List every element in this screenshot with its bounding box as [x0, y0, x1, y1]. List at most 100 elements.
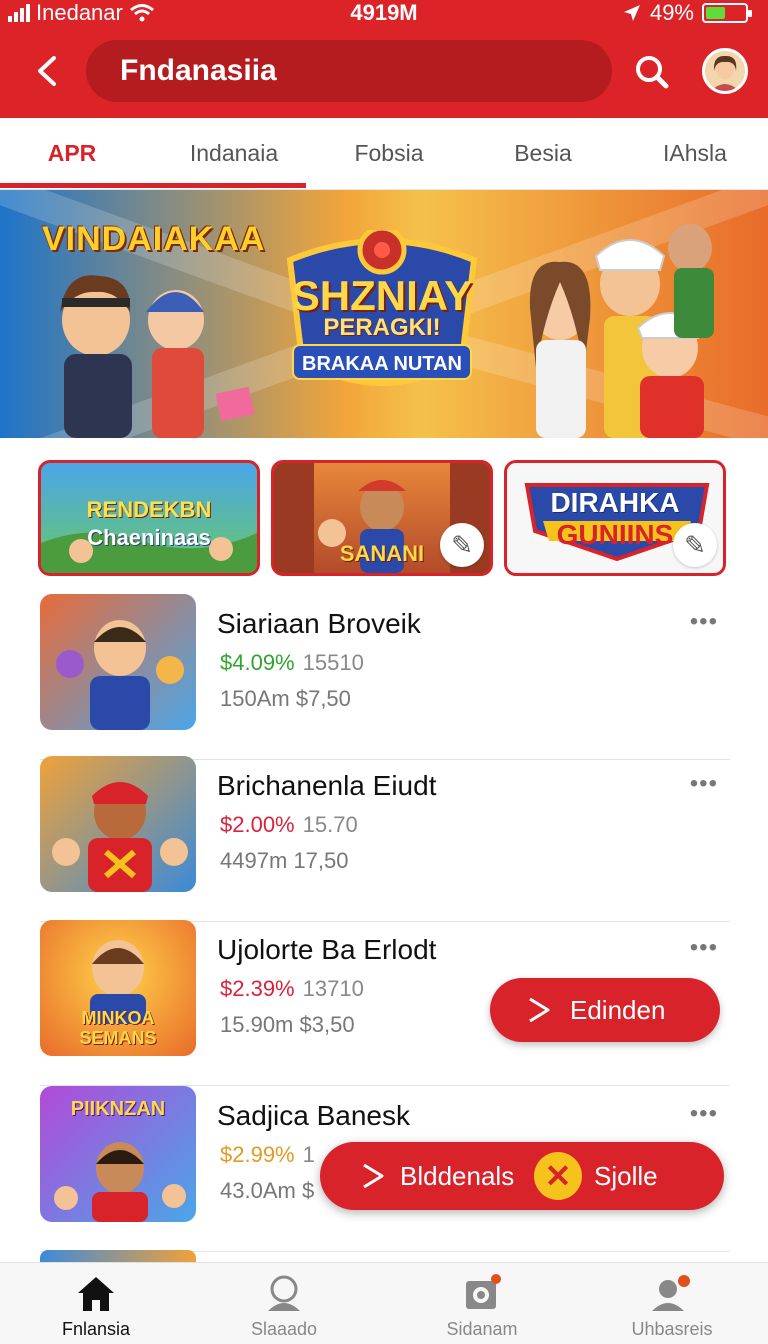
- status-right: 49%: [622, 0, 752, 26]
- action-pill: Blddenals ✕ Sjolle: [320, 1142, 724, 1210]
- hero-characters-right: [529, 224, 714, 438]
- location-icon: [623, 5, 640, 21]
- promo-card-2[interactable]: SANANI ✎: [271, 460, 493, 576]
- item-stats: $2.00% 15.70: [220, 812, 358, 838]
- status-bar: Inedanar 4919M 49%: [0, 0, 768, 26]
- nav-item-camera[interactable]: Sidanam: [386, 1263, 578, 1344]
- item-meta: 43.0Am $: [220, 1178, 314, 1204]
- nav-item-home[interactable]: Fnlansia: [0, 1263, 192, 1344]
- item-title: Siariaan Broveik: [217, 608, 421, 639]
- item-meta-a: 4497m: [220, 848, 288, 873]
- hero-tagline: BRAKAA NUTAN: [292, 344, 472, 380]
- edit-fab-label: Edinden: [570, 995, 666, 1025]
- edit-fab-button[interactable]: Edinden: [490, 978, 720, 1042]
- item-meta-b: $3,50: [299, 1012, 355, 1037]
- item-title: Sadjica Banesk: [217, 1100, 411, 1131]
- nav-item-user-settings[interactable]: Uhbasreis: [576, 1263, 768, 1344]
- back-arrow-icon: [38, 56, 56, 86]
- item-meta-a: 43.0Am: [220, 1178, 296, 1203]
- item-change: $2.99%: [220, 1142, 295, 1167]
- profile-icon: [268, 1275, 300, 1311]
- action-pill-secondary-label[interactable]: Sjolle: [594, 1142, 658, 1210]
- promo-card-3[interactable]: DIRAHKA GUNIINS ✎: [504, 460, 726, 576]
- avatar[interactable]: [702, 48, 748, 94]
- item-meta: 15.90m $3,50: [220, 1012, 355, 1038]
- item-value: 1: [302, 1142, 315, 1167]
- play-icon: [529, 997, 550, 1023]
- item-thumbnail-art: [52, 782, 188, 892]
- hero-banner[interactable]: VINDAIAKAA SHZNIAY PERAGKI! BRAKAA NUTAN: [0, 190, 768, 438]
- item-meta: 150Am $7,50: [220, 686, 351, 712]
- promo-card-2-edit-button[interactable]: ✎: [440, 523, 484, 567]
- list-item[interactable]: Brichanenla Eiudt $2.00% 15.70 4497m 17,5…: [40, 756, 730, 922]
- item-value: 13710: [302, 976, 364, 1001]
- hero-subtitle: PERAGKI!: [323, 314, 441, 341]
- app-header: Inedanar 4919M 49% Fndanasiia: [0, 0, 768, 118]
- item-change: $2.00%: [220, 812, 295, 837]
- promo-card-1-title: RENDEKBN: [86, 497, 212, 522]
- promo-card-3-title: DIRAHKA: [550, 487, 680, 518]
- close-button[interactable]: ✕: [534, 1152, 582, 1200]
- search-icon: [636, 56, 669, 89]
- user-settings-icon: [652, 1275, 690, 1311]
- item-thumbnail: [40, 756, 196, 892]
- item-meta-a: 150Am: [220, 686, 290, 711]
- nav-item-profile[interactable]: Slaaado: [188, 1263, 380, 1344]
- item-meta-b: $7,50: [295, 686, 351, 711]
- more-options-button[interactable]: •••: [690, 770, 718, 798]
- nav-label-home: Fnlansia: [61, 1319, 131, 1339]
- item-title: Ujolorte Ba Erlodt: [217, 934, 437, 965]
- edit-icon: ✎: [451, 530, 473, 560]
- hero-left-title: VINDAIAKAA: [42, 220, 266, 258]
- active-tab-indicator: [0, 183, 306, 188]
- search-button[interactable]: [628, 48, 676, 96]
- item-value: 15510: [302, 650, 364, 675]
- promo-card-3-edit-button[interactable]: ✎: [673, 523, 717, 567]
- item-thumbnail: MINKOA SEMANS: [40, 920, 196, 1056]
- more-options-button[interactable]: •••: [690, 608, 718, 636]
- back-button[interactable]: [28, 48, 68, 94]
- hero-characters-left: [60, 275, 255, 438]
- header-title-field[interactable]: Fndanasiia: [86, 40, 612, 102]
- tab-fobsia[interactable]: Fobsia: [316, 118, 462, 190]
- nav-label-user-settings: Uhbasreis: [631, 1319, 713, 1339]
- more-options-button[interactable]: •••: [690, 1100, 718, 1128]
- item-thumbnail-art: [56, 620, 184, 730]
- bottom-nav: Fnlansia Slaaado Sidanam Uhbasreis: [0, 1262, 768, 1344]
- tab-apr[interactable]: APR: [0, 118, 144, 190]
- action-pill-label[interactable]: Blddenals: [400, 1142, 514, 1210]
- category-tabs: APR Indanaia Fobsia Besia IAhsla: [0, 118, 768, 190]
- item-change: $4.09%: [220, 650, 295, 675]
- item-value: 15.70: [302, 812, 358, 837]
- more-options-button[interactable]: •••: [690, 934, 718, 962]
- nav-label-profile: Slaaado: [250, 1319, 318, 1339]
- nav-label-camera: Sidanam: [446, 1319, 518, 1339]
- item-stats: $2.99% 1: [220, 1142, 315, 1168]
- user-avatar-icon: [705, 51, 745, 91]
- tab-indanaia[interactable]: Indanaia: [160, 118, 308, 190]
- item-meta-b: $: [301, 1178, 315, 1203]
- play-icon: [363, 1163, 384, 1189]
- home-icon: [78, 1277, 114, 1311]
- list-item[interactable]: Siariaan Broveik $4.09% 15510 150Am $7,50…: [40, 594, 730, 760]
- item-stats: $2.39% 13710: [220, 976, 364, 1002]
- item-meta-b: 17,50: [293, 848, 349, 873]
- close-icon: ✕: [544, 1158, 572, 1194]
- item-thumbnail: [40, 594, 196, 730]
- item-thumbnail: PIIKNZAN: [40, 1086, 196, 1222]
- tab-besia[interactable]: Besia: [470, 118, 616, 190]
- promo-card-1[interactable]: RENDEKBN Chaeninaas: [38, 460, 260, 576]
- hero-title: SHZNIAY: [291, 272, 473, 319]
- promo-card-1-subtitle: Chaeninaas: [87, 525, 211, 550]
- item-thumbnail-caption: PIIKNZAN: [70, 1098, 166, 1120]
- item-thumbnail-caption: MINKOA SEMANS: [79, 1008, 157, 1048]
- item-change: $2.39%: [220, 976, 295, 1001]
- item-title: Brichanenla Eiudt: [217, 770, 437, 801]
- next-item-thumbnail-peek: [40, 1250, 196, 1262]
- tab-iahsla[interactable]: IAhsla: [622, 118, 768, 190]
- item-stats: $4.09% 15510: [220, 650, 364, 676]
- item-meta-a: 15.90m: [220, 1012, 294, 1037]
- battery-fill: [706, 7, 725, 19]
- edit-icon: ✎: [684, 530, 706, 560]
- battery-percent: 49%: [649, 0, 694, 25]
